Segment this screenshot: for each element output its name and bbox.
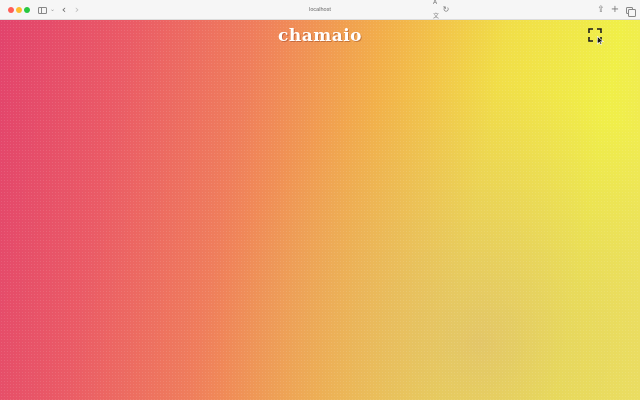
page-canvas: chamaio (0, 20, 640, 400)
browser-toolbar: ⌄ ‹ › localhost A文 ↻ ⇪ + (0, 0, 640, 20)
site-logo: chamaio (277, 26, 363, 46)
address-bar[interactable]: localhost (0, 5, 640, 15)
tabs-overview-icon[interactable] (624, 3, 636, 17)
reload-icon[interactable]: ↻ (442, 3, 450, 17)
mouse-cursor-icon (597, 36, 604, 45)
share-icon[interactable]: ⇪ (596, 3, 606, 17)
new-tab-button[interactable]: + (610, 3, 620, 17)
